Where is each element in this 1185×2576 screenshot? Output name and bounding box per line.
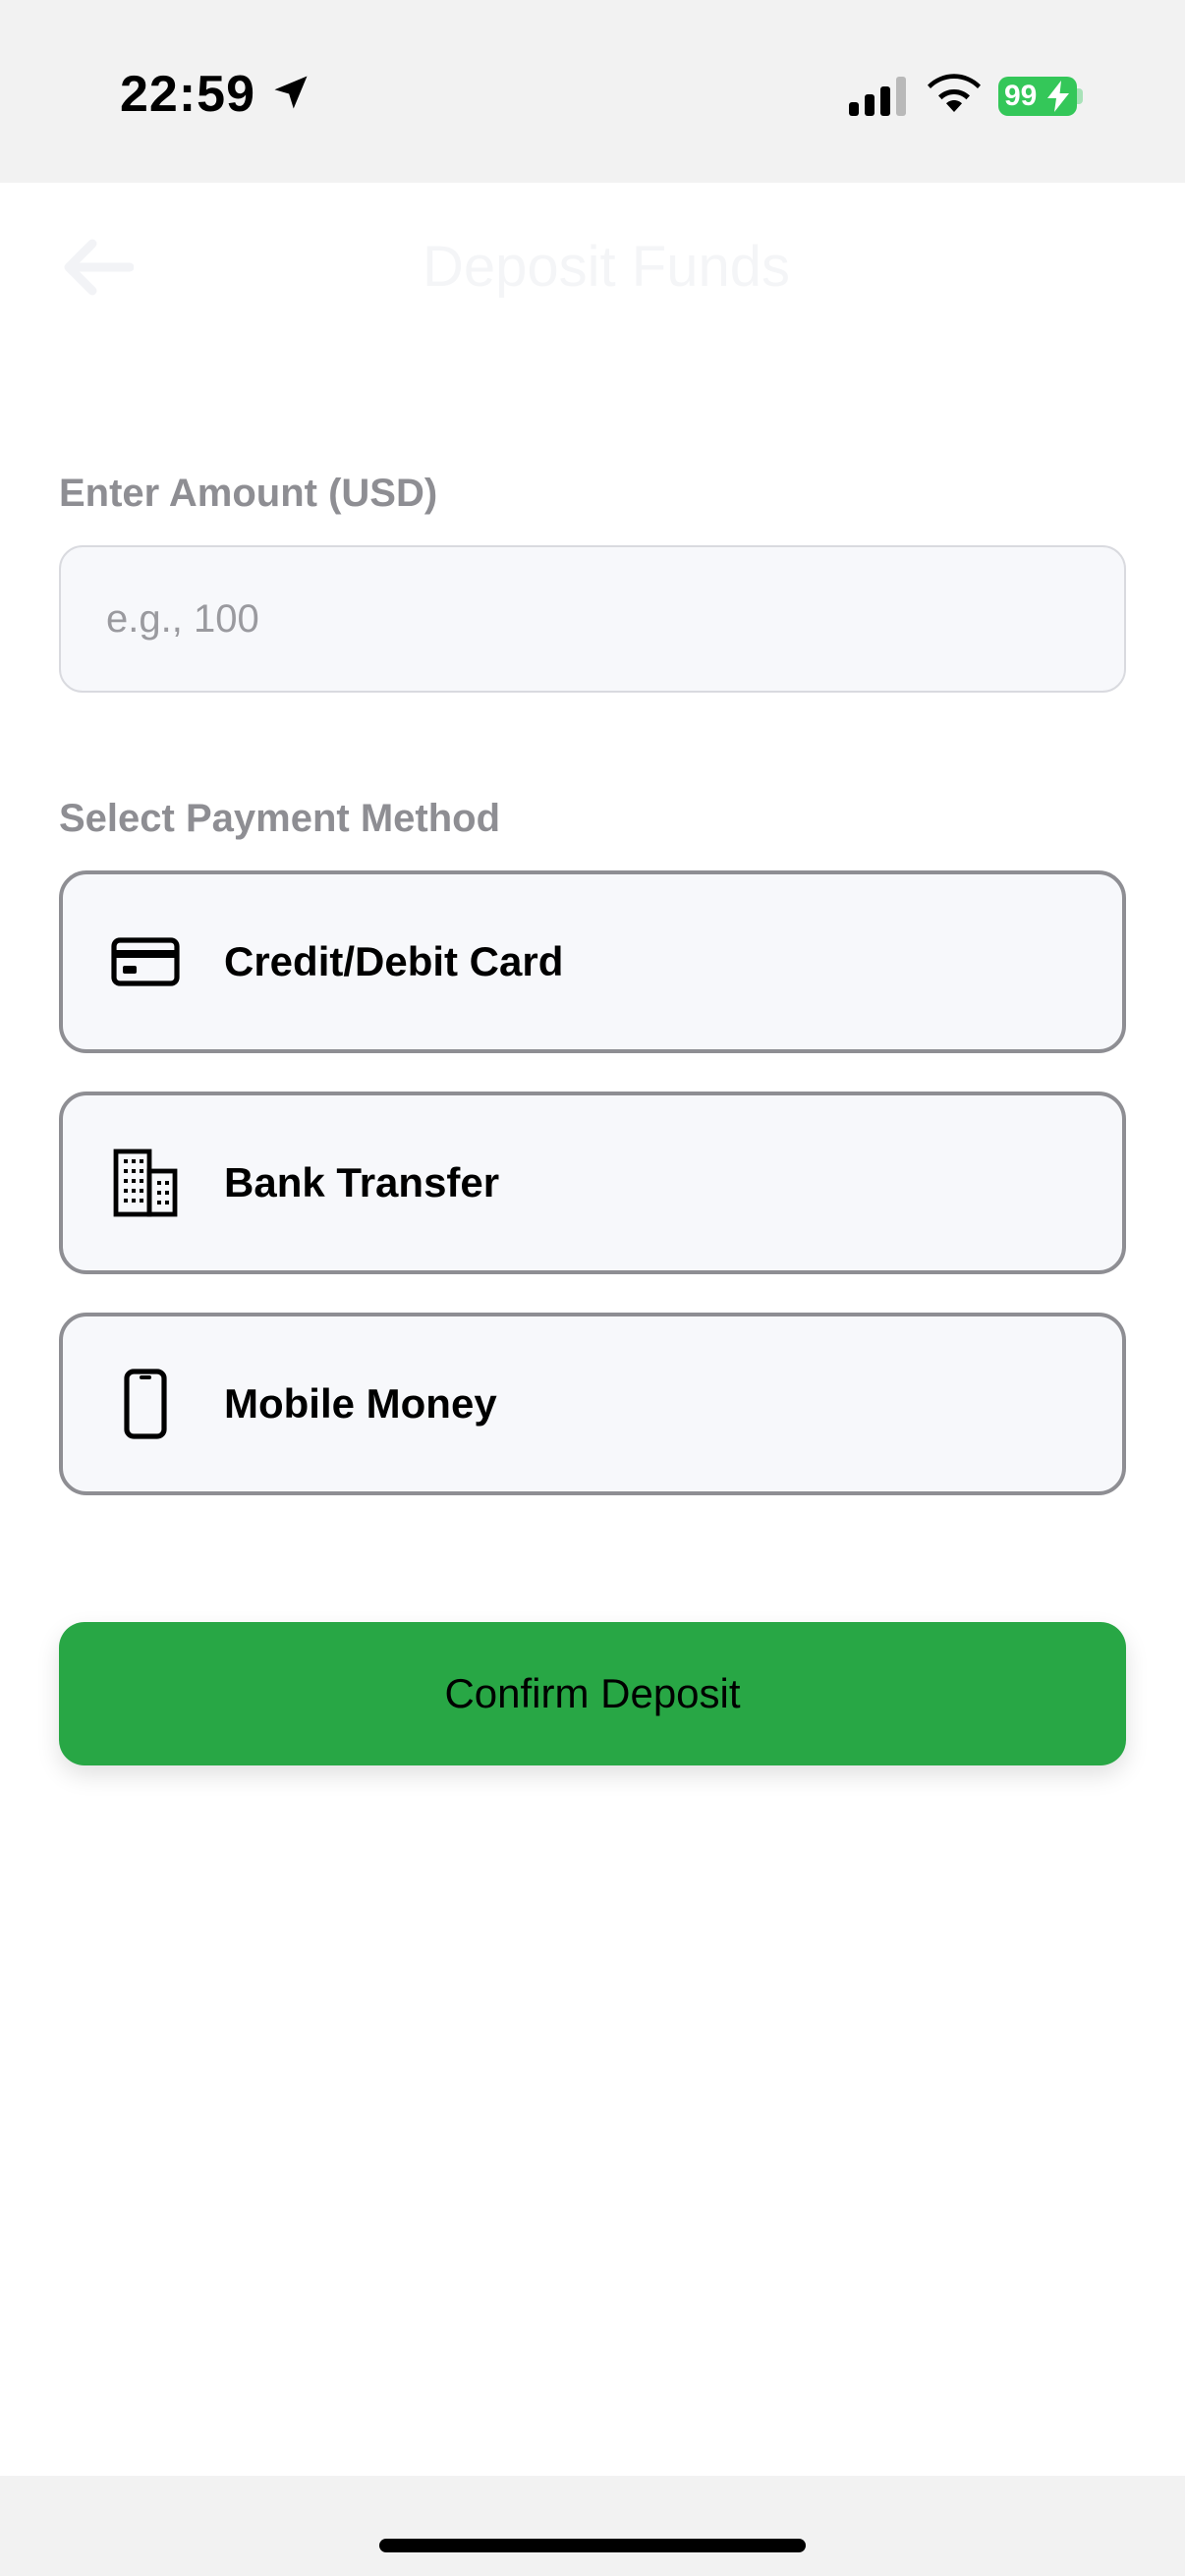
payment-option-bank[interactable]: Bank Transfer [59, 1092, 1126, 1274]
payment-option-label: Mobile Money [224, 1380, 497, 1427]
payment-option-label: Credit/Debit Card [224, 938, 564, 984]
amount-input[interactable] [59, 545, 1126, 693]
status-bar: 22:59 99 [0, 0, 1185, 183]
payment-option-card[interactable]: Credit/Debit Card [59, 870, 1126, 1053]
payment-option-label: Bank Transfer [224, 1159, 500, 1205]
wifi-icon [928, 74, 981, 112]
nav-header: Deposit Funds [0, 183, 1185, 356]
battery-charging-icon [1047, 81, 1069, 112]
location-arrow-icon [274, 76, 308, 109]
amount-label: Enter Amount (USD) [59, 472, 438, 515]
battery-level: 99 [1004, 80, 1038, 112]
confirm-deposit-button[interactable]: Confirm Deposit [59, 1622, 1126, 1765]
status-time: 22:59 [120, 66, 255, 123]
home-indicator-area [0, 2476, 1185, 2576]
smartphone-icon [124, 1369, 167, 1439]
battery-cap [1077, 88, 1083, 104]
credit-card-icon [111, 937, 180, 986]
home-indicator[interactable] [379, 2539, 806, 2552]
building-icon [113, 1148, 178, 1217]
page-title: Deposit Funds [423, 235, 790, 299]
cellular-signal-icon [849, 77, 906, 116]
payment-method-label: Select Payment Method [59, 797, 501, 840]
payment-option-mobile-money[interactable]: Mobile Money [59, 1313, 1126, 1495]
